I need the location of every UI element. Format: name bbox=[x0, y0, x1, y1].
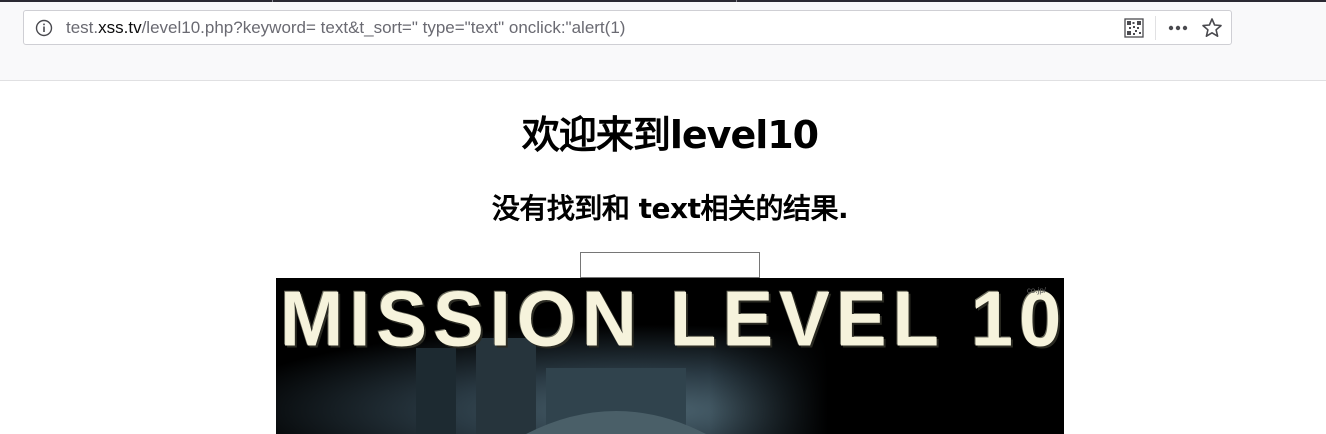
tab-divider bbox=[736, 0, 737, 2]
url-domain: xss.tv bbox=[98, 18, 142, 37]
url-prefix: test. bbox=[66, 18, 99, 37]
banner-title: MISSION LEVEL 10 bbox=[280, 278, 1064, 363]
level-banner-image: MISSION LEVEL 10 co.jp/ bbox=[276, 278, 1064, 434]
qr-code-icon[interactable] bbox=[1124, 18, 1144, 38]
info-icon[interactable] bbox=[35, 19, 53, 37]
banner-watermark: co.jp/ bbox=[1026, 286, 1046, 295]
url-path: /level10.php?keyword= text&t_sort=" type… bbox=[141, 18, 626, 37]
page-title: 欢迎来到level10 bbox=[521, 113, 819, 157]
browser-toolbar: test.xss.tv/level10.php?keyword= text&t_… bbox=[0, 0, 1326, 81]
more-icon[interactable] bbox=[1166, 18, 1190, 38]
keyword-input[interactable] bbox=[580, 252, 760, 278]
star-icon[interactable] bbox=[1201, 17, 1223, 39]
tab-divider bbox=[272, 0, 273, 2]
tab-strip-edge bbox=[0, 0, 1326, 2]
toolbar-separator bbox=[1155, 16, 1156, 40]
url-text[interactable]: test.xss.tv/level10.php?keyword= text&t_… bbox=[66, 18, 625, 38]
search-result-message: 没有找到和 text相关的结果. bbox=[491, 192, 849, 225]
address-bar[interactable]: test.xss.tv/level10.php?keyword= text&t_… bbox=[23, 10, 1232, 45]
